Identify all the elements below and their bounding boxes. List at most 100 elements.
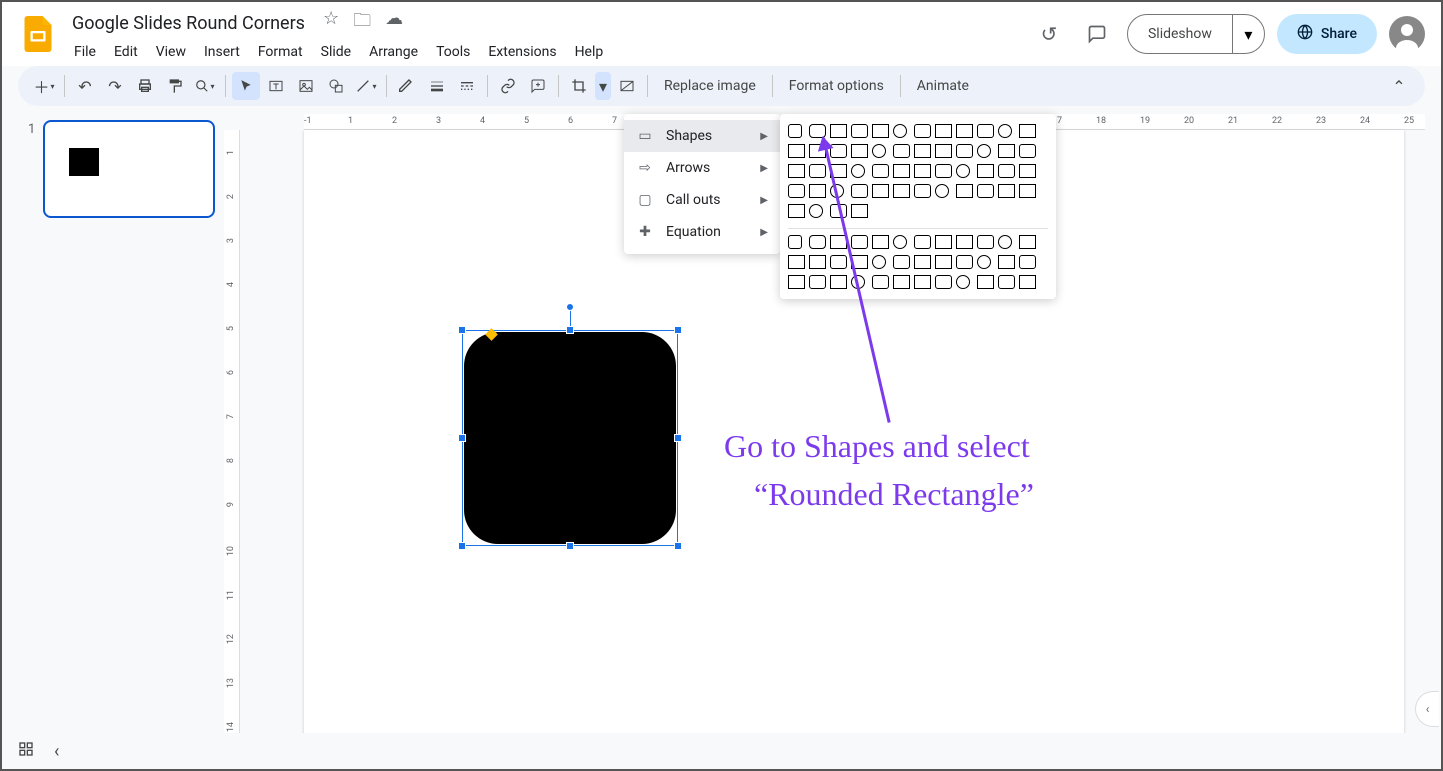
- slideshow-dropdown[interactable]: ▾: [1232, 15, 1264, 53]
- document-title[interactable]: Google Slides Round Corners: [66, 11, 311, 36]
- corner-adjust-handle[interactable]: [485, 328, 498, 341]
- shape-option[interactable]: [1019, 144, 1036, 158]
- shape-option[interactable]: [809, 164, 826, 178]
- collapse-toolbar-button[interactable]: ⌃: [1385, 72, 1413, 100]
- cloud-status-icon[interactable]: ☁: [385, 8, 403, 38]
- shape-option[interactable]: [851, 184, 868, 198]
- menu-tools[interactable]: Tools: [428, 40, 478, 64]
- shape-option[interactable]: [977, 164, 994, 178]
- shape-option[interactable]: [830, 275, 847, 289]
- undo-button[interactable]: ↶: [71, 72, 99, 100]
- shape-option[interactable]: [956, 124, 973, 138]
- shape-option[interactable]: [998, 144, 1015, 158]
- grid-view-icon[interactable]: [18, 741, 34, 762]
- shape-option[interactable]: [914, 144, 931, 158]
- shape-option[interactable]: [935, 164, 952, 178]
- rotate-handle[interactable]: [566, 303, 574, 311]
- resize-handle-mr[interactable]: [674, 434, 682, 442]
- menu-insert[interactable]: Insert: [196, 40, 248, 64]
- link-button[interactable]: [494, 72, 522, 100]
- menu-edit[interactable]: Edit: [106, 40, 146, 64]
- menu-format[interactable]: Format: [250, 40, 311, 64]
- shape-option[interactable]: [872, 255, 886, 269]
- shape-option[interactable]: [872, 235, 889, 249]
- resize-handle-tr[interactable]: [674, 326, 682, 334]
- line-tool[interactable]: ▾: [352, 72, 380, 100]
- shape-option[interactable]: [809, 184, 826, 198]
- shape-option[interactable]: [998, 184, 1015, 198]
- new-slide-button[interactable]: ＋▾: [30, 72, 58, 100]
- shape-option[interactable]: [914, 164, 931, 178]
- comment-button[interactable]: [524, 72, 552, 100]
- slide-thumbnail-1[interactable]: [43, 120, 215, 218]
- share-button[interactable]: Share: [1277, 14, 1377, 54]
- comments-icon[interactable]: [1079, 16, 1115, 52]
- star-icon[interactable]: ☆: [323, 8, 339, 38]
- shape-option[interactable]: [977, 144, 991, 158]
- shape-option[interactable]: [893, 144, 910, 158]
- shape-option[interactable]: [998, 235, 1012, 249]
- shape-option[interactable]: [872, 144, 886, 158]
- replace-image-button[interactable]: Replace image: [654, 72, 766, 100]
- crop-button[interactable]: [565, 72, 593, 100]
- border-dash-button[interactable]: [453, 72, 481, 100]
- menu-slide[interactable]: Slide: [313, 40, 359, 64]
- shape-option[interactable]: [956, 144, 973, 158]
- shape-option[interactable]: [788, 235, 802, 249]
- shape-option[interactable]: [788, 144, 805, 158]
- shape-option[interactable]: [977, 184, 994, 198]
- shape-option[interactable]: [851, 204, 868, 218]
- border-color-button[interactable]: [393, 72, 421, 100]
- shape-option[interactable]: [935, 144, 952, 158]
- resize-handle-bm[interactable]: [566, 542, 574, 550]
- shape-option[interactable]: [1019, 275, 1036, 289]
- shape-option[interactable]: [788, 124, 802, 138]
- shape-option[interactable]: [956, 235, 973, 249]
- shape-option[interactable]: [935, 275, 952, 289]
- resize-handle-bl[interactable]: [458, 542, 466, 550]
- animate-button[interactable]: Animate: [907, 72, 979, 100]
- resize-handle-tm[interactable]: [566, 326, 574, 334]
- shape-option[interactable]: [788, 204, 805, 218]
- submenu-shapes[interactable]: ▭ Shapes ▶: [624, 120, 780, 152]
- mask-image-button[interactable]: [613, 72, 641, 100]
- shape-option[interactable]: [830, 255, 847, 269]
- redo-button[interactable]: ↷: [101, 72, 129, 100]
- shape-option[interactable]: [956, 164, 970, 178]
- shape-option[interactable]: [872, 184, 889, 198]
- account-avatar[interactable]: [1389, 16, 1425, 52]
- shape-option[interactable]: [809, 275, 826, 289]
- print-button[interactable]: [131, 72, 159, 100]
- resize-handle-tl[interactable]: [458, 326, 466, 334]
- shape-option[interactable]: [998, 275, 1015, 289]
- shape-option[interactable]: [893, 235, 907, 249]
- shape-option[interactable]: [977, 235, 994, 249]
- paint-format-button[interactable]: [161, 72, 189, 100]
- move-icon[interactable]: 🗀: [353, 8, 371, 38]
- menu-view[interactable]: View: [148, 40, 194, 64]
- shape-option[interactable]: [977, 275, 994, 289]
- shape-option[interactable]: [935, 235, 952, 249]
- shape-option[interactable]: [872, 275, 889, 289]
- shape-option[interactable]: [788, 164, 805, 178]
- shape-option[interactable]: [935, 124, 952, 138]
- resize-handle-ml[interactable]: [458, 434, 466, 442]
- shape-option[interactable]: [893, 184, 910, 198]
- prev-slide-button[interactable]: ‹: [54, 741, 59, 762]
- menu-extensions[interactable]: Extensions: [480, 40, 564, 64]
- shape-option[interactable]: [956, 275, 970, 289]
- shape-option[interactable]: [998, 255, 1015, 269]
- format-options-button[interactable]: Format options: [779, 72, 894, 100]
- shape-option[interactable]: [851, 235, 868, 249]
- image-tool[interactable]: [292, 72, 320, 100]
- textbox-tool[interactable]: [262, 72, 290, 100]
- select-tool[interactable]: [232, 72, 260, 100]
- shape-option[interactable]: [893, 164, 910, 178]
- shape-option[interactable]: [914, 235, 931, 249]
- menu-arrange[interactable]: Arrange: [361, 40, 426, 64]
- shape-option[interactable]: [1019, 235, 1036, 249]
- shape-option[interactable]: [914, 255, 931, 269]
- shape-option[interactable]: [851, 164, 865, 178]
- shape-option[interactable]: [977, 255, 991, 269]
- submenu-equation[interactable]: ✚ Equation ▶: [624, 216, 780, 248]
